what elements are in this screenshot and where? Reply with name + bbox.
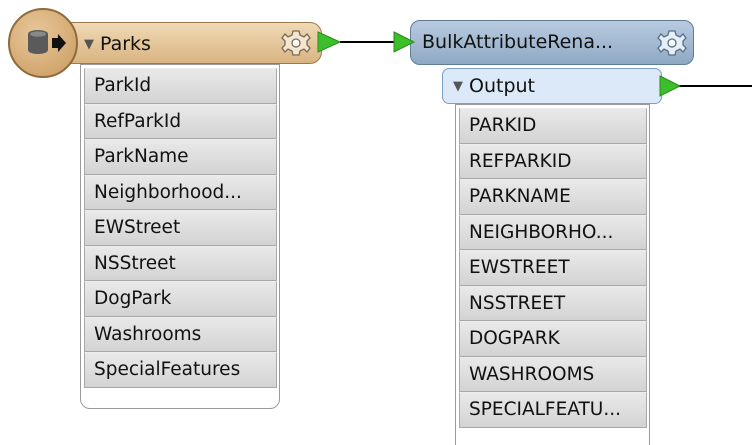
attribute-item[interactable]: EWSTREET: [459, 250, 647, 286]
transformer-attribute-list: PARKID REFPARKID PARKNAME NEIGHBORHO... …: [455, 104, 650, 445]
attribute-item[interactable]: NEIGHBORHO...: [459, 214, 647, 250]
attribute-item[interactable]: SPECIALFEATU...: [459, 392, 647, 428]
attribute-item[interactable]: DOGPARK: [459, 321, 647, 357]
attribute-item[interactable]: NSSTREET: [459, 285, 647, 321]
attribute-item[interactable]: PARKID: [459, 108, 647, 144]
attribute-item[interactable]: REFPARKID: [459, 143, 647, 179]
attribute-item[interactable]: WASHROOMS: [459, 356, 647, 392]
workspace-canvas[interactable]: ▼ Parks ParkId RefParkId ParkName Neighb…: [0, 0, 752, 445]
attribute-item[interactable]: PARKNAME: [459, 179, 647, 215]
